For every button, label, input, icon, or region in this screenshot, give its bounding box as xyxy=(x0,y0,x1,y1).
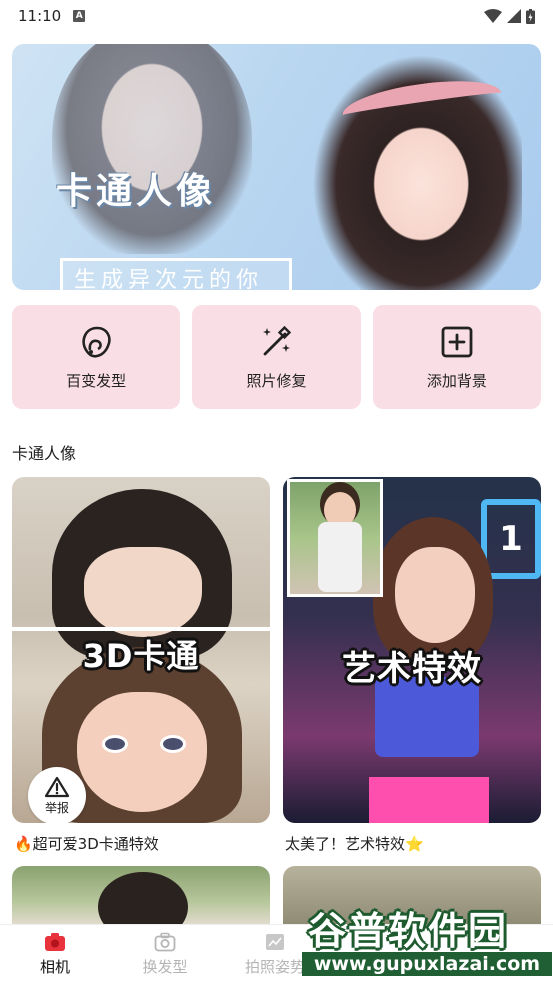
tab-camera-label: 相机 xyxy=(39,958,70,976)
template-card[interactable]: 3D卡通 举报 xyxy=(12,477,270,823)
inset-body xyxy=(318,522,362,592)
template-card[interactable]: 1 艺术特效 xyxy=(283,477,541,823)
warning-icon xyxy=(44,776,70,798)
add-square-icon xyxy=(441,326,473,357)
battery-icon xyxy=(526,8,535,24)
banner-subtitle: 生成异次元的你 xyxy=(74,268,264,290)
status-indicators xyxy=(484,8,535,24)
banner-title: 卡通人像 xyxy=(56,171,217,212)
card-eye xyxy=(160,735,186,753)
card-caption[interactable]: 太美了！艺术特效⭐ xyxy=(285,833,424,854)
report-button[interactable]: 举报 xyxy=(28,767,86,823)
card-eye xyxy=(102,735,128,753)
signal-icon xyxy=(507,9,521,23)
card-portrait-skirt xyxy=(369,777,489,823)
wifi-icon xyxy=(484,9,502,23)
status-time: 11:10 xyxy=(18,7,62,25)
section-title: 卡通人像 xyxy=(12,444,77,463)
card-portrait-top-face xyxy=(84,547,202,637)
card-portrait-face xyxy=(395,547,475,643)
feature-add-background-button[interactable]: 添加背景 xyxy=(372,305,541,409)
feature-photo-repair-button[interactable]: 照片修复 xyxy=(192,305,361,409)
feature-hairstyle-button[interactable]: 百变发型 xyxy=(12,305,181,409)
neon-sign: 1 xyxy=(481,499,541,579)
card-portrait-hair xyxy=(98,872,188,926)
promo-banner[interactable]: 卡通人像 生成异次元的你 xyxy=(12,44,541,290)
feature-hairstyle-label: 百变发型 xyxy=(66,371,127,390)
tab-pose-label: 拍照姿势 xyxy=(244,958,305,976)
card-tag: 艺术特效 xyxy=(342,649,482,689)
image-icon xyxy=(266,934,284,950)
template-card-partial[interactable] xyxy=(12,866,270,926)
card-portrait-bottom-face xyxy=(77,692,207,812)
bottom-tab-bar: 相机 换发型 拍照姿势 xyxy=(0,924,553,984)
camera-outline-icon xyxy=(154,932,176,952)
card-tag: 3D卡通 xyxy=(82,637,200,675)
tab-pose[interactable]: 拍照姿势 xyxy=(220,925,330,984)
tab-camera[interactable]: 相机 xyxy=(0,925,110,984)
feature-row: 百变发型 照片修复 添加背景 xyxy=(12,305,541,409)
card-caption[interactable]: 🔥超可爱3D卡通特效 xyxy=(14,833,159,854)
camera-icon xyxy=(45,933,65,951)
hairstyle-icon xyxy=(82,326,111,358)
magic-wand-icon xyxy=(263,325,292,355)
template-card-partial[interactable] xyxy=(283,866,541,926)
banner-portrait-left xyxy=(52,44,252,254)
status-bar: 11:10 A xyxy=(0,0,553,32)
card-inset-photo xyxy=(287,479,383,597)
feature-photo-repair-label: 照片修复 xyxy=(246,371,307,390)
notification-icon: A xyxy=(73,10,86,22)
tab-hairstyle[interactable]: 换发型 xyxy=(110,925,220,984)
feature-add-background-label: 添加背景 xyxy=(426,371,487,390)
report-label: 举报 xyxy=(44,801,69,815)
tab-hairstyle-label: 换发型 xyxy=(142,958,188,976)
